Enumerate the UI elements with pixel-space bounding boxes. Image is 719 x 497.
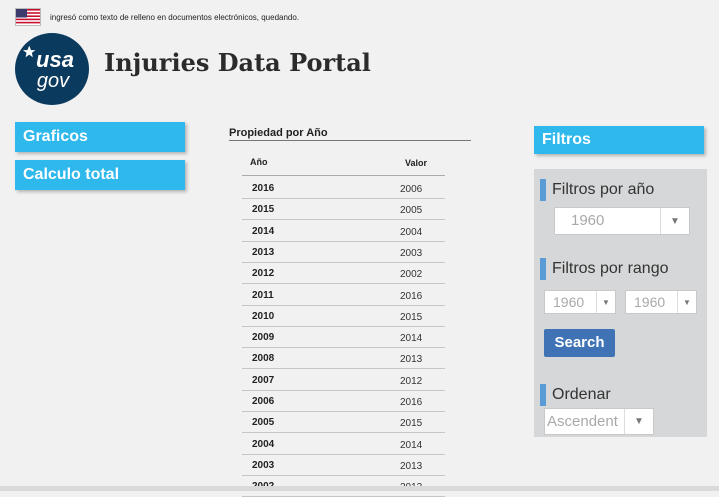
row-value: 2014 <box>400 439 423 451</box>
row-year: 2004 <box>252 438 275 450</box>
row-year: 2009 <box>252 332 275 344</box>
filter-by-range-label: Filtros por rango <box>540 258 669 280</box>
row-year: 2010 <box>252 310 275 322</box>
row-value: 2005 <box>400 205 423 217</box>
column-header-year: Año <box>250 157 268 167</box>
year-select-value: 1960 <box>571 212 605 229</box>
table-row: 2015 2005 <box>242 198 445 221</box>
table-row: 2006 2016 <box>242 390 445 412</box>
filters-panel: Filtros por año 1960 ▼ Filtros por rango… <box>534 169 707 437</box>
row-year: 2014 <box>252 225 275 237</box>
row-year: 2012 <box>252 268 275 280</box>
header-divider <box>242 175 445 176</box>
row-value: 2015 <box>400 311 423 323</box>
row-value: 2013 <box>400 354 423 366</box>
table-row: 2013 2003 <box>242 241 445 263</box>
row-value: 2013 <box>400 460 423 472</box>
us-flag-icon <box>15 8 41 26</box>
order-select[interactable]: Ascendent ▼ <box>544 408 654 435</box>
filter-by-year-label: Filtros por año <box>540 179 654 201</box>
row-value: 2002 <box>400 269 423 281</box>
range-from-select[interactable]: 1960 ▼ <box>544 290 616 314</box>
table-row: 2004 2014 <box>242 433 445 455</box>
row-value: 2016 <box>400 290 423 302</box>
row-value: 2003 <box>400 247 423 259</box>
row-year: 2013 <box>252 246 275 258</box>
table-row: 2009 2014 <box>242 326 445 349</box>
row-year: 2016 <box>252 183 275 194</box>
row-value: 2006 <box>400 184 423 195</box>
row-value: 2012 <box>400 375 423 387</box>
site-title: Injuries Data Portal <box>104 48 371 77</box>
chevron-down-icon: ▼ <box>660 208 689 234</box>
gov-banner: ingresó como texto de relleno en documen… <box>15 8 299 26</box>
nav-calculo-total-button[interactable]: Calculo total <box>15 160 185 190</box>
filters-heading: Filtros <box>534 126 704 154</box>
table-row: 2016 2006 <box>242 177 445 199</box>
row-value: 2016 <box>400 397 423 408</box>
order-label: Ordenar <box>540 384 611 406</box>
table-row: 2003 2013 <box>242 454 445 476</box>
row-value: 2004 <box>400 226 423 238</box>
row-year: 2011 <box>252 289 274 301</box>
footer-bar <box>0 486 719 491</box>
chevron-down-icon: ▼ <box>596 291 615 313</box>
row-value: 2015 <box>400 418 423 430</box>
row-year: 2006 <box>252 396 275 407</box>
table-row: 2005 2015 <box>242 411 445 434</box>
table-title: Propiedad por Año <box>229 127 471 141</box>
chevron-down-icon: ▼ <box>677 291 696 313</box>
nav-graficos-button[interactable]: Graficos <box>15 122 185 152</box>
table-row: 2014 2004 <box>242 220 445 242</box>
table-row: 2008 2013 <box>242 347 445 370</box>
row-value: 2014 <box>400 333 423 345</box>
row-year: 2007 <box>252 374 275 386</box>
table-row: 2012 2002 <box>242 262 445 285</box>
range-from-value: 1960 <box>553 294 585 310</box>
row-year: 2003 <box>252 459 275 471</box>
usagov-logo[interactable]: usa gov <box>15 33 89 105</box>
logo-line1: usa <box>36 47 74 72</box>
column-header-value: Valor <box>405 158 428 168</box>
row-year: 2008 <box>252 353 275 365</box>
logo-line2: gov <box>37 70 70 92</box>
chevron-down-icon: ▼ <box>624 409 653 434</box>
table-row: 2011 2016 <box>242 284 445 306</box>
banner-text: ingresó como texto de relleno en documen… <box>50 12 300 22</box>
order-select-value: Ascendent <box>547 413 618 430</box>
table-row: 2010 2015 <box>242 305 445 327</box>
table-row: 2007 2012 <box>242 369 445 391</box>
row-year: 2015 <box>252 204 275 216</box>
search-button[interactable]: Search <box>544 329 615 357</box>
range-to-select[interactable]: 1960 ▼ <box>625 290 697 314</box>
range-to-value: 1960 <box>634 294 666 310</box>
year-select[interactable]: 1960 ▼ <box>554 207 690 235</box>
row-year: 2005 <box>252 417 275 429</box>
